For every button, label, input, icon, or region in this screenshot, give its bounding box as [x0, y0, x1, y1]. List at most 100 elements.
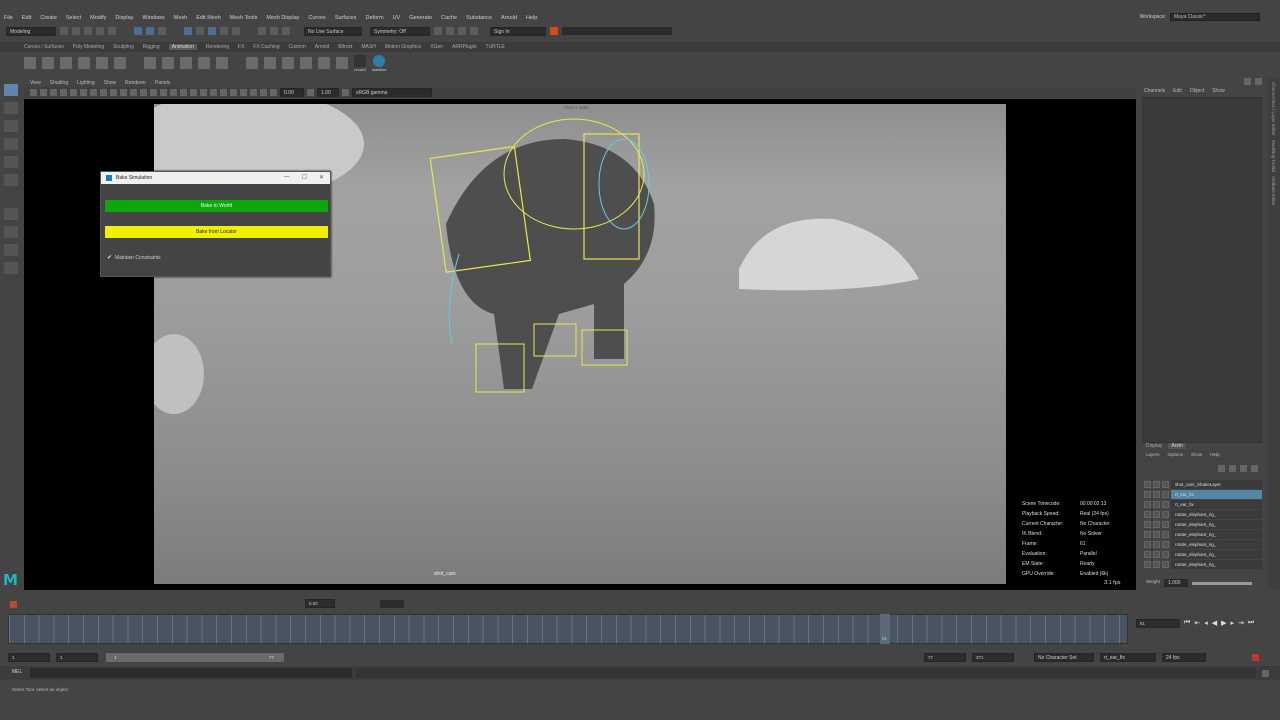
- ambient-occlusion-icon[interactable]: [190, 89, 197, 96]
- menu-uv[interactable]: UV: [393, 15, 401, 21]
- constraint-icon-1[interactable]: [246, 57, 258, 69]
- panel-menu-panels[interactable]: Panels: [155, 80, 170, 86]
- channel-box-float-icon[interactable]: [1255, 78, 1262, 85]
- shelf-tab-mash[interactable]: MASH: [361, 44, 375, 50]
- arnold-icon[interactable]: [458, 27, 466, 35]
- layer-visibility-toggle[interactable]: [1144, 550, 1151, 558]
- panel-menu-show[interactable]: Show: [104, 80, 117, 86]
- gate-mask-icon[interactable]: [100, 89, 107, 96]
- weight-slider[interactable]: [1191, 582, 1252, 585]
- layer-lock-toggle[interactable]: [1162, 490, 1169, 498]
- xray-icon[interactable]: [240, 89, 247, 96]
- layer-row[interactable]: rotate_elephant_rig_: [1144, 529, 1262, 539]
- undo-icon[interactable]: [96, 27, 104, 35]
- snap-plane-icon[interactable]: [220, 27, 228, 35]
- shelf-tab-rigging[interactable]: Rigging: [143, 44, 160, 50]
- minimize-icon[interactable]: —: [284, 174, 290, 181]
- save-scene-icon[interactable]: [84, 27, 92, 35]
- shelf-tab-rendering[interactable]: Rendering: [206, 44, 229, 50]
- camera-attributes-icon[interactable]: [40, 89, 47, 96]
- layer-mute-toggle[interactable]: [1153, 540, 1160, 548]
- record-shelf-button[interactable]: record: [354, 54, 366, 72]
- shelf-tab-arrplugin[interactable]: ARRPlugin: [452, 44, 476, 50]
- layer-visibility-toggle[interactable]: [1144, 560, 1151, 568]
- cb-menu-object[interactable]: Object: [1190, 88, 1204, 94]
- layer-row[interactable]: rt_ear_fix: [1144, 489, 1262, 499]
- panel-menu-view[interactable]: View: [30, 80, 41, 86]
- character-set-dropdown[interactable]: No Character Set: [1034, 653, 1094, 662]
- panel-menu-shading[interactable]: Shading: [50, 80, 68, 86]
- step-back-key-icon[interactable]: ⇤: [1194, 619, 1200, 627]
- select-object-icon[interactable]: [146, 27, 154, 35]
- snap-surface-icon[interactable]: [232, 27, 240, 35]
- layer-row[interactable]: rotate_elephant_rig_: [1144, 549, 1262, 559]
- render-frame-icon[interactable]: [270, 27, 278, 35]
- menu-set-dropdown[interactable]: Modeling: [6, 26, 56, 36]
- layer-visibility-toggle[interactable]: [1144, 500, 1151, 508]
- shelf-icon-5[interactable]: [96, 57, 108, 69]
- key-icon-4[interactable]: [198, 57, 210, 69]
- xray-joints-icon[interactable]: [250, 89, 257, 96]
- shelf-tab-motion-graphics[interactable]: Motion Graphics: [385, 44, 421, 50]
- anim-layer-dropdown[interactable]: rt_ear_fix: [1100, 653, 1156, 662]
- key-icon-5[interactable]: [216, 57, 228, 69]
- layer-mute-toggle[interactable]: [1153, 500, 1160, 508]
- layer-lock-toggle[interactable]: [1162, 530, 1169, 538]
- layer-lock-toggle[interactable]: [1162, 510, 1169, 518]
- shelf-icon-2[interactable]: [42, 57, 54, 69]
- channel-box-body[interactable]: [1142, 97, 1262, 443]
- anim-end-field[interactable]: 77: [924, 653, 966, 662]
- step-forward-frame-icon[interactable]: ▸: [1230, 619, 1234, 627]
- step-back-frame-icon[interactable]: ◂: [1204, 619, 1208, 627]
- redo-icon[interactable]: [108, 27, 116, 35]
- layer-lock-toggle[interactable]: [1162, 500, 1169, 508]
- key-icon-2[interactable]: [162, 57, 174, 69]
- layer-row[interactable]: rt_ear_fix: [1144, 499, 1262, 509]
- history-icon[interactable]: [258, 27, 266, 35]
- menu-file[interactable]: File: [4, 15, 13, 21]
- cb-menu-channels[interactable]: Channels: [1144, 88, 1165, 94]
- layer-mute-toggle[interactable]: [1153, 550, 1160, 558]
- fps-dropdown[interactable]: 24 fps: [1162, 653, 1206, 662]
- menu-create[interactable]: Create: [40, 15, 57, 21]
- shadows-icon[interactable]: [180, 89, 187, 96]
- shelf-tab-sculpting[interactable]: Sculpting: [113, 44, 134, 50]
- wireframe-on-shaded-icon[interactable]: [150, 89, 157, 96]
- shelf-icon-6[interactable]: [114, 57, 126, 69]
- backface-culling-icon[interactable]: [260, 89, 267, 96]
- color-management-icon[interactable]: [342, 89, 349, 96]
- motion-blur-icon[interactable]: [200, 89, 207, 96]
- key-filter-icon[interactable]: [10, 601, 17, 608]
- menu-edit[interactable]: Edit: [22, 15, 31, 21]
- layer-menu-help[interactable]: Help: [1210, 452, 1219, 457]
- maximize-icon[interactable]: ☐: [302, 174, 307, 181]
- menu-generate[interactable]: Generate: [409, 15, 432, 21]
- layer-row[interactable]: rotate_elephant_rig_: [1144, 559, 1262, 569]
- bake-from-locator-button[interactable]: Bake from Locator: [105, 226, 328, 238]
- scene-start-field[interactable]: 1: [8, 653, 50, 662]
- layer-lock-toggle[interactable]: [1162, 540, 1169, 548]
- wireframe-icon[interactable]: [130, 89, 137, 96]
- shelf-icon-4[interactable]: [78, 57, 90, 69]
- command-input[interactable]: [30, 668, 352, 678]
- shelf-tab-poly-modeling[interactable]: Poly Modeling: [73, 44, 104, 50]
- tab-anim-layers[interactable]: Anim: [1168, 443, 1186, 449]
- constraint-icon-3[interactable]: [282, 57, 294, 69]
- symmetry-dropdown[interactable]: Symmetry: Off: [370, 26, 430, 36]
- menu-surfaces[interactable]: Surfaces: [335, 15, 357, 21]
- constraint-icon-4[interactable]: [300, 57, 312, 69]
- resolution-gate-icon[interactable]: [90, 89, 97, 96]
- textured-icon[interactable]: [160, 89, 167, 96]
- view-transform-dropdown[interactable]: sRGB gamma: [352, 88, 432, 97]
- ipr-render-icon[interactable]: [282, 27, 290, 35]
- shelf-icon-3[interactable]: [60, 57, 72, 69]
- layer-menu-show[interactable]: Show: [1191, 452, 1202, 457]
- shelf-tab-arnold[interactable]: Arnold: [315, 44, 329, 50]
- stabilize-shelf-button[interactable]: stabilize: [372, 54, 386, 72]
- layer-row[interactable]: shot_cam_ShakeLayer: [1144, 479, 1262, 489]
- side-tab-attribute-editor[interactable]: Attribute Editor: [1271, 176, 1276, 206]
- menu-substance[interactable]: Substance: [466, 15, 492, 21]
- shelf-tab-fx[interactable]: FX: [238, 44, 244, 50]
- antialiasing-icon[interactable]: [210, 89, 217, 96]
- live-surface-field[interactable]: No Live Surface: [304, 26, 362, 36]
